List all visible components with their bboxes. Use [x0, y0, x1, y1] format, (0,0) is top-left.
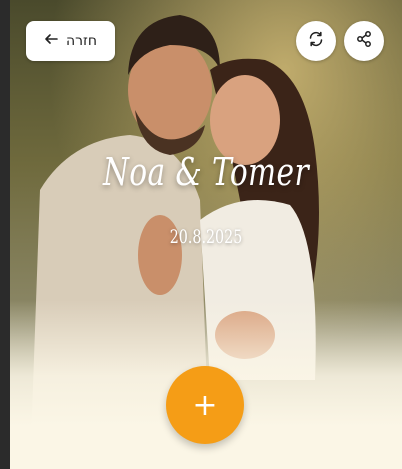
event-date: 20.8.2025 — [169, 226, 243, 248]
add-button[interactable]: + — [166, 366, 244, 444]
app-frame: חזרה Noa & Tomer 20.8.2025 + — [0, 0, 402, 469]
back-button[interactable]: חזרה — [26, 21, 115, 61]
event-card: חזרה Noa & Tomer 20.8.2025 + — [10, 0, 402, 469]
refresh-icon — [307, 30, 325, 52]
back-label: חזרה — [65, 33, 98, 49]
arrow-left-icon — [44, 32, 58, 50]
refresh-button[interactable] — [296, 21, 336, 61]
plus-icon: + — [192, 387, 218, 423]
event-title: Noa & Tomer — [102, 150, 310, 194]
share-button[interactable] — [344, 21, 384, 61]
share-icon — [355, 30, 373, 52]
